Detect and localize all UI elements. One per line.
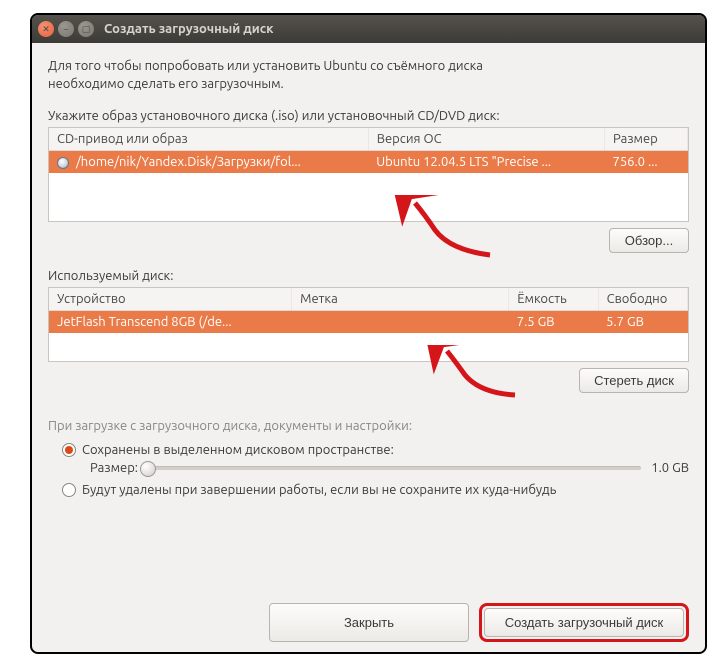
source-drive-cell: /home/nik/Yandex.Disk/Загрузки/fol... — [76, 155, 301, 169]
source-table[interactable]: CD-привод или образ Версия ОС Размер /ho… — [48, 127, 689, 222]
col-label[interactable]: Метка — [292, 288, 509, 311]
source-label: Укажите образ установочного диска (.iso)… — [48, 109, 689, 123]
close-button[interactable]: Закрыть — [269, 603, 469, 642]
minimize-icon[interactable]: – — [58, 21, 74, 37]
intro-line1: Для того чтобы попробовать или установит… — [48, 59, 483, 73]
radio-saved-icon — [62, 443, 76, 457]
target-free-cell: 5.7 GB — [598, 311, 687, 334]
maximize-icon[interactable]: ▢ — [78, 21, 94, 37]
footer-buttons: Закрыть Создать загрузочный диск — [48, 585, 689, 642]
col-capacity[interactable]: Ёмкость — [509, 288, 598, 311]
source-size-cell: 756.0 ... — [604, 151, 687, 174]
persist-heading: При загрузке с загрузочного диска, докум… — [48, 419, 689, 433]
radio-saved-label: Сохранены в выделенном дисковом простран… — [82, 443, 394, 457]
make-startup-disk-button[interactable]: Создать загрузочный диск — [484, 608, 684, 637]
source-row-selected[interactable]: /home/nik/Yandex.Disk/Загрузки/fol... Ub… — [49, 151, 688, 174]
slider-thumb-icon[interactable] — [140, 461, 156, 477]
source-header-row: CD-привод или образ Версия ОС Размер — [49, 128, 688, 151]
target-table[interactable]: Устройство Метка Ёмкость Свободно JetFla… — [48, 287, 689, 362]
intro-text: Для того чтобы попробовать или установит… — [48, 57, 689, 93]
col-device[interactable]: Устройство — [49, 288, 292, 311]
content-area: Для того чтобы попробовать или установит… — [32, 43, 705, 652]
radio-discard[interactable]: Будут удалены при завершении работы, есл… — [62, 483, 689, 497]
disc-icon — [57, 157, 69, 169]
intro-line2: необходимо сделать его загрузочным. — [48, 77, 284, 91]
size-label: Размер: — [90, 461, 138, 475]
target-row-selected[interactable]: JetFlash Transcend 8GB (/de... 7.5 GB 5.… — [49, 311, 688, 334]
size-slider[interactable] — [148, 466, 641, 470]
source-os-cell: Ubuntu 12.04.5 LTS "Precise ... — [368, 151, 604, 174]
col-size[interactable]: Размер — [604, 128, 687, 151]
radio-saved[interactable]: Сохранены в выделенном дисковом простран… — [62, 443, 689, 457]
col-drive[interactable]: CD-привод или образ — [49, 128, 368, 151]
radio-discard-icon — [62, 483, 76, 497]
erase-disk-button[interactable]: Стереть диск — [579, 368, 689, 393]
target-label-cell — [292, 311, 509, 334]
target-capacity-cell: 7.5 GB — [509, 311, 598, 334]
target-device-cell: JetFlash Transcend 8GB (/de... — [49, 311, 292, 334]
window-title: Создать загрузочный диск — [104, 22, 274, 36]
browse-button[interactable]: Обзор... — [609, 228, 689, 253]
size-value: 1.0 GB — [651, 461, 689, 475]
titlebar: ✕ – ▢ Создать загрузочный диск — [32, 15, 705, 43]
radio-discard-label: Будут удалены при завершении работы, есл… — [82, 483, 556, 497]
target-label: Используемый диск: — [48, 269, 689, 283]
close-icon[interactable]: ✕ — [38, 21, 54, 37]
dialog-window: ✕ – ▢ Создать загрузочный диск Для того … — [30, 13, 707, 654]
target-header-row: Устройство Метка Ёмкость Свободно — [49, 288, 688, 311]
annotation-highlight-frame: Создать загрузочный диск — [479, 603, 689, 642]
size-slider-row: Размер: 1.0 GB — [90, 461, 689, 475]
persist-radio-group: Сохранены в выделенном дисковом простран… — [62, 439, 689, 501]
col-os[interactable]: Версия ОС — [368, 128, 604, 151]
col-free[interactable]: Свободно — [598, 288, 687, 311]
